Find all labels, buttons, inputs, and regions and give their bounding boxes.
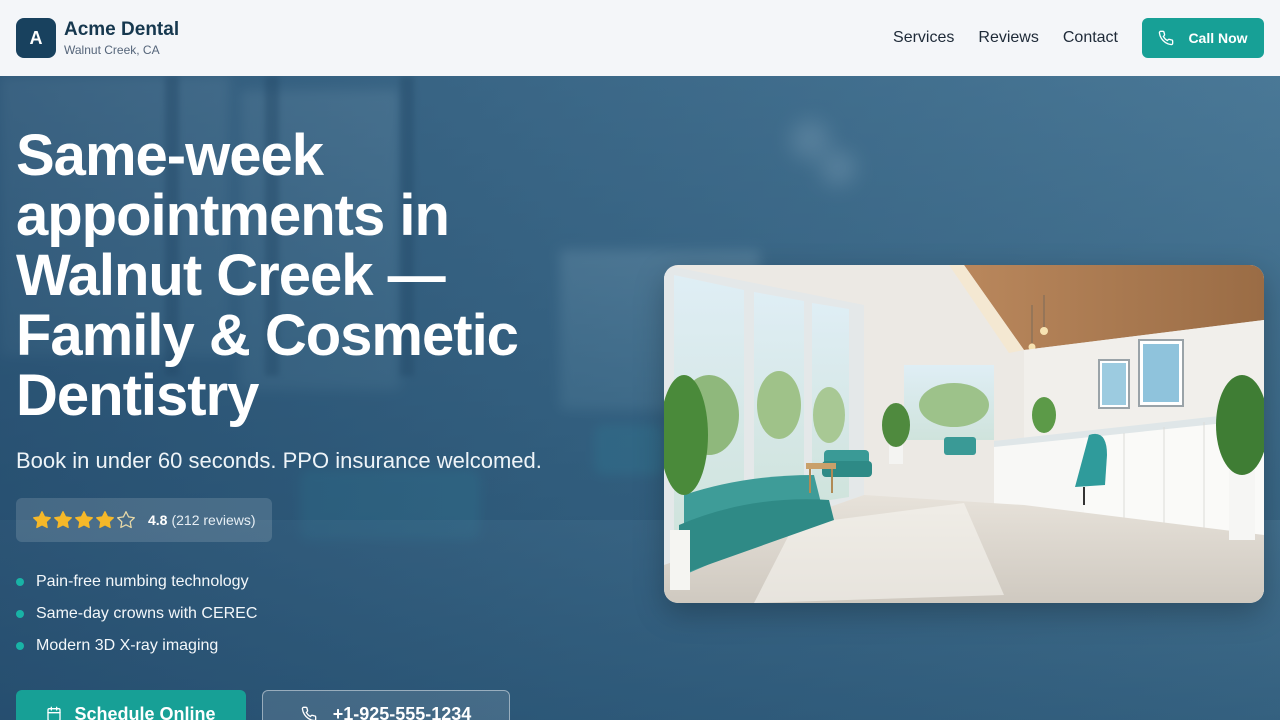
schedule-online-label: Schedule Online: [74, 703, 216, 720]
feature-list: Pain-free numbing technology Same-day cr…: [16, 566, 636, 662]
hero-subheadline: Book in under 60 seconds. PPO insurance …: [16, 448, 542, 473]
clinic-photo: [664, 265, 1264, 603]
brand-location: Walnut Creek, CA: [64, 42, 160, 57]
phone-number-label: +1-925-555-1234: [332, 703, 472, 720]
list-item: Pain-free numbing technology: [16, 566, 636, 598]
bullet-dot: [16, 642, 24, 650]
nav-link-contact[interactable]: Contact: [1063, 29, 1118, 47]
star-filled-icon: [75, 511, 93, 529]
phone-icon: [1159, 30, 1174, 46]
logo-mark: A: [16, 18, 56, 58]
rating-stars: [32, 510, 136, 530]
brand-text: Acme Dental Walnut Creek, CA: [64, 19, 179, 58]
bullet-dot: [16, 610, 24, 618]
top-navbar: A Acme Dental Walnut Creek, CA Services …: [0, 0, 1280, 76]
rating-badge: 4.8 (212 reviews): [16, 498, 272, 542]
list-item: Same-day crowns with CEREC: [16, 598, 636, 630]
schedule-online-button[interactable]: Schedule Online: [16, 690, 246, 720]
phone-number-button[interactable]: +1-925-555-1234: [262, 690, 510, 720]
nav-links: Services Reviews Contact Call Now: [893, 18, 1264, 58]
star-filled-icon: [96, 511, 114, 529]
hero-content: Same-week appointments in Walnut Creek —…: [16, 126, 636, 720]
nav-link-services[interactable]: Services: [893, 29, 954, 47]
hero-headline: Same-week appointments in Walnut Creek —…: [16, 123, 519, 428]
list-item: Modern 3D X-ray imaging: [16, 630, 636, 662]
brand-name: Acme Dental: [64, 18, 180, 40]
phone-icon: [301, 706, 317, 720]
call-now-label: Call Now: [1188, 30, 1248, 46]
rating-value: 4.8: [148, 512, 168, 528]
feature-text: Pain-free numbing technology: [36, 573, 249, 590]
feature-text: Modern 3D X-ray imaging: [36, 637, 219, 654]
star-outline-icon: [117, 511, 135, 529]
rating-count: (212 reviews): [171, 512, 256, 528]
hero-cta-group: Schedule Online +1-925-555-1234: [16, 690, 636, 720]
nav-link-reviews[interactable]: Reviews: [978, 29, 1038, 47]
star-filled-icon: [54, 511, 72, 529]
call-now-button[interactable]: Call Now: [1142, 18, 1264, 58]
feature-text: Same-day crowns with CEREC: [36, 605, 258, 622]
calendar-icon: [47, 706, 62, 720]
star-filled-icon: [33, 511, 51, 529]
brand[interactable]: A Acme Dental Walnut Creek, CA: [16, 18, 179, 58]
bullet-dot: [16, 578, 24, 586]
